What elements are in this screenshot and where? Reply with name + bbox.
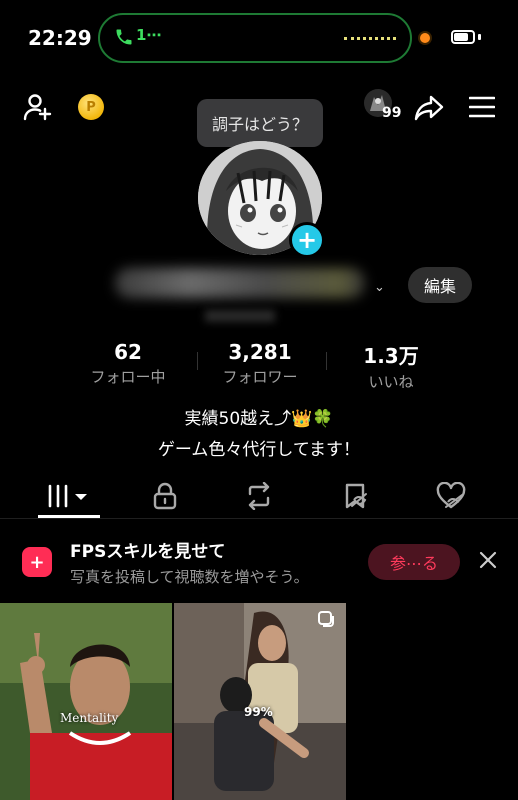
add-story-button[interactable]: +: [289, 222, 325, 258]
video-thumbnail-image: [174, 603, 346, 800]
friend-count: 99: [382, 105, 402, 121]
stat-followers-value: 3,281: [228, 340, 292, 364]
promo-title: FPSスキルを見せて: [70, 542, 226, 562]
phone-icon: [116, 29, 132, 45]
bookmark-hidden-icon: [345, 483, 367, 509]
profile-handle-blurred: [205, 310, 275, 322]
bio-line-2: ゲーム色々代行してます！: [157, 440, 361, 460]
tab-favorites[interactable]: [330, 476, 380, 516]
video-caption: Mentality: [60, 711, 119, 725]
stat-likes[interactable]: 1.3万 いいね: [336, 340, 446, 392]
call-status: 1⋯: [136, 26, 162, 44]
tab-liked[interactable]: [426, 476, 476, 516]
stat-divider: [326, 352, 327, 370]
video-caption: 99%: [244, 705, 273, 719]
status-tooltip[interactable]: 調子はどう？: [197, 99, 323, 147]
heart-hidden-icon: [436, 482, 466, 509]
tab-private[interactable]: [140, 476, 190, 516]
add-friend-button[interactable]: [20, 90, 54, 124]
mic-indicator-icon: [420, 33, 430, 43]
audio-wave-icon: [344, 37, 396, 44]
stat-divider: [197, 352, 198, 370]
tabs-divider: [0, 518, 518, 519]
hamburger-icon: [469, 96, 495, 118]
repost-icon: [248, 482, 270, 510]
stat-followers[interactable]: 3,281 フォロワー: [205, 340, 315, 387]
chevron-down-icon[interactable]: ⌄: [374, 280, 385, 295]
tab-reposts[interactable]: [234, 476, 284, 516]
status-time: 22:29: [28, 26, 92, 50]
promo-close-button[interactable]: [477, 549, 499, 571]
stat-likes-label: いいね: [368, 373, 414, 391]
video-thumbnail-image: [0, 603, 172, 800]
camera-plus-icon: +: [22, 547, 52, 577]
coin-icon[interactable]: P: [78, 94, 104, 120]
profile-name-blurred: [115, 268, 365, 298]
edit-profile-button[interactable]: 編集: [408, 267, 472, 303]
promo-join-button[interactable]: 参⋯る: [368, 544, 460, 580]
video-thumbnail[interactable]: Mentality: [0, 603, 172, 800]
dynamic-island-call[interactable]: 1⋯: [98, 13, 412, 63]
stat-following-value: 62: [114, 340, 142, 364]
bio-line-1: 実績50越え⤴︎👑🍀: [184, 409, 334, 429]
tab-videos[interactable]: [38, 476, 100, 516]
plus-icon: +: [296, 226, 318, 254]
videos-grid-icon: [48, 484, 87, 508]
close-icon: [479, 551, 497, 569]
stat-likes-value: 1.3万: [363, 344, 419, 368]
multi-photo-icon: [318, 611, 334, 627]
stat-following[interactable]: 62 フォロー中: [73, 340, 183, 387]
share-button[interactable]: [412, 92, 446, 124]
lock-icon: [153, 482, 177, 510]
menu-button[interactable]: [466, 92, 498, 122]
stat-following-label: フォロー中: [90, 368, 166, 386]
stat-followers-label: フォロワー: [222, 368, 298, 386]
battery-icon: [451, 30, 475, 44]
video-thumbnail[interactable]: 99%: [174, 603, 346, 800]
share-icon: [414, 95, 444, 121]
promo-subtitle: 写真を投稿して視聴数を増やそう。: [70, 568, 309, 586]
add-user-icon: [23, 94, 52, 121]
